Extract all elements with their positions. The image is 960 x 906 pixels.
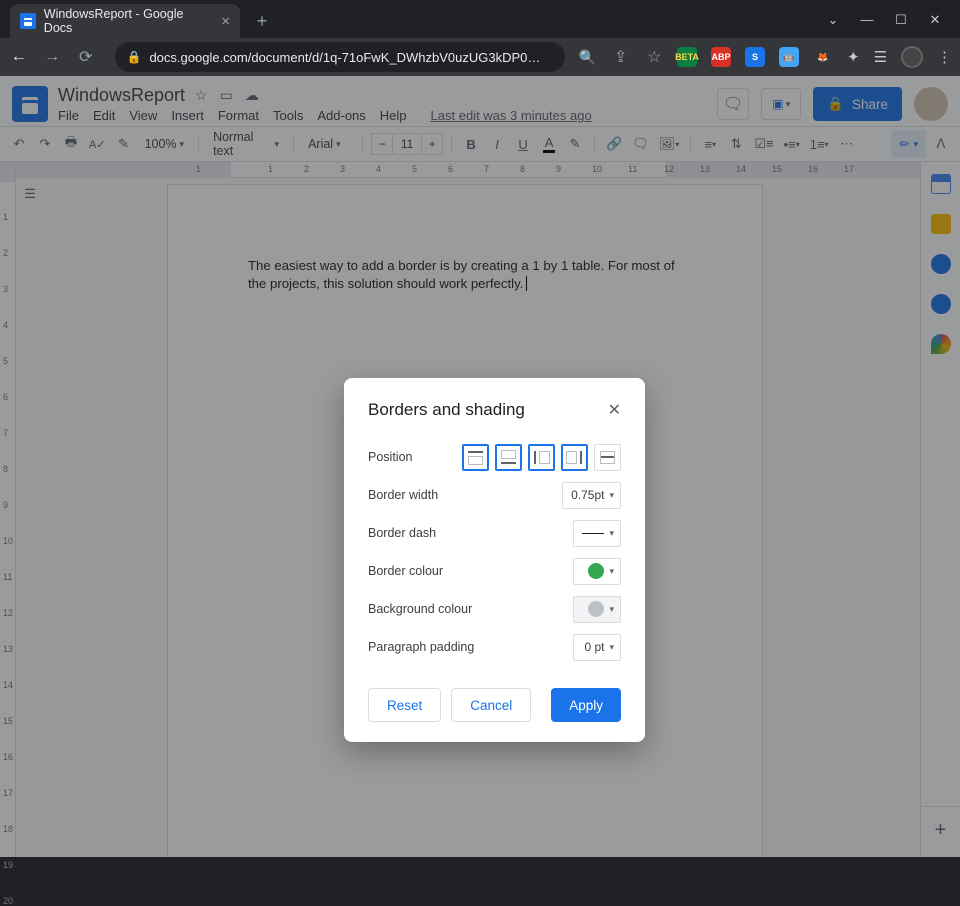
back-button[interactable]: ← [8,48,30,66]
lock-icon: 🔒 [127,50,142,64]
url-text: docs.google.com/document/d/1q-71oFwK_DWh… [149,50,540,65]
apply-button[interactable]: Apply [551,688,621,722]
extensions-tray: BETA ABP S 🤖 🦊 ✦ ☰ ⋮ [677,46,952,68]
dash-solid-icon [582,533,604,534]
reset-button[interactable]: Reset [368,688,441,722]
borders-shading-dialog: Borders and shading ✕ Position Border wi… [344,378,645,742]
browser-tab[interactable]: WindowsReport - Google Docs × [10,4,240,38]
position-left-button[interactable] [528,444,555,471]
profile-avatar[interactable] [901,46,923,68]
border-colour-swatch [588,563,604,579]
minimize-button[interactable]: — [860,12,874,28]
border-dash-dropdown[interactable]: ▾ [573,520,621,547]
omnibox[interactable]: 🔒 docs.google.com/document/d/1q-71oFwK_D… [115,42,565,72]
new-tab-button[interactable]: + [248,7,276,35]
browser-chrome: WindowsReport - Google Docs × + ⌄ — ☐ ✕ … [0,0,960,76]
cancel-button[interactable]: Cancel [451,688,531,722]
forward-button[interactable]: → [42,48,64,66]
bookmark-star-icon[interactable]: ☆ [644,47,666,67]
border-width-dropdown[interactable]: 0.75pt ▾ [562,482,621,509]
ext-metamask[interactable]: 🦊 [813,47,833,67]
paragraph-padding-label: Paragraph padding [368,640,474,654]
tab-close-icon[interactable]: × [221,14,230,29]
close-window-button[interactable]: ✕ [928,12,942,28]
position-bottom-button[interactable] [495,444,522,471]
position-top-button[interactable] [462,444,489,471]
background-colour-label: Background colour [368,602,472,616]
border-dash-label: Border dash [368,526,436,540]
ext-robot[interactable]: 🤖 [779,47,799,67]
background-colour-swatch [588,601,604,617]
ext-beta[interactable]: BETA [677,47,697,67]
kebab-menu-icon[interactable]: ⋮ [937,48,952,66]
border-width-value: 0.75pt [571,488,604,502]
position-right-button[interactable] [561,444,588,471]
extensions-puzzle-icon[interactable]: ✦ [847,48,860,66]
caret-down-icon[interactable]: ⌄ [826,12,840,28]
share-url-icon[interactable]: ⇪ [610,47,632,67]
border-colour-dropdown[interactable]: ▾ [573,558,621,585]
dialog-close-button[interactable]: ✕ [608,400,621,420]
position-between-button[interactable] [594,444,621,471]
border-colour-label: Border colour [368,564,443,578]
tab-title: WindowsReport - Google Docs [44,7,213,35]
reload-button[interactable]: ⟳ [75,47,97,67]
address-bar: ← → ⟳ 🔒 docs.google.com/document/d/1q-71… [0,38,960,76]
background-colour-dropdown[interactable]: ▾ [573,596,621,623]
paragraph-padding-dropdown[interactable]: 0 pt ▾ [573,634,621,661]
dialog-title: Borders and shading [368,400,525,420]
search-icon[interactable]: 🔍 [577,49,599,66]
titlebar: WindowsReport - Google Docs × + ⌄ — ☐ ✕ [0,0,960,38]
maximize-button[interactable]: ☐ [894,12,908,28]
position-buttons [462,444,621,471]
ext-abp[interactable]: ABP [711,47,731,67]
reading-list-icon[interactable]: ☰ [874,48,887,66]
window-controls: ⌄ — ☐ ✕ [826,12,954,38]
resize-handle-icon[interactable]: ↔ [948,365,960,379]
position-label: Position [368,450,412,464]
docs-favicon [20,13,36,29]
border-width-label: Border width [368,488,438,502]
ext-s[interactable]: S [745,47,765,67]
paragraph-padding-value: 0 pt [584,640,604,654]
